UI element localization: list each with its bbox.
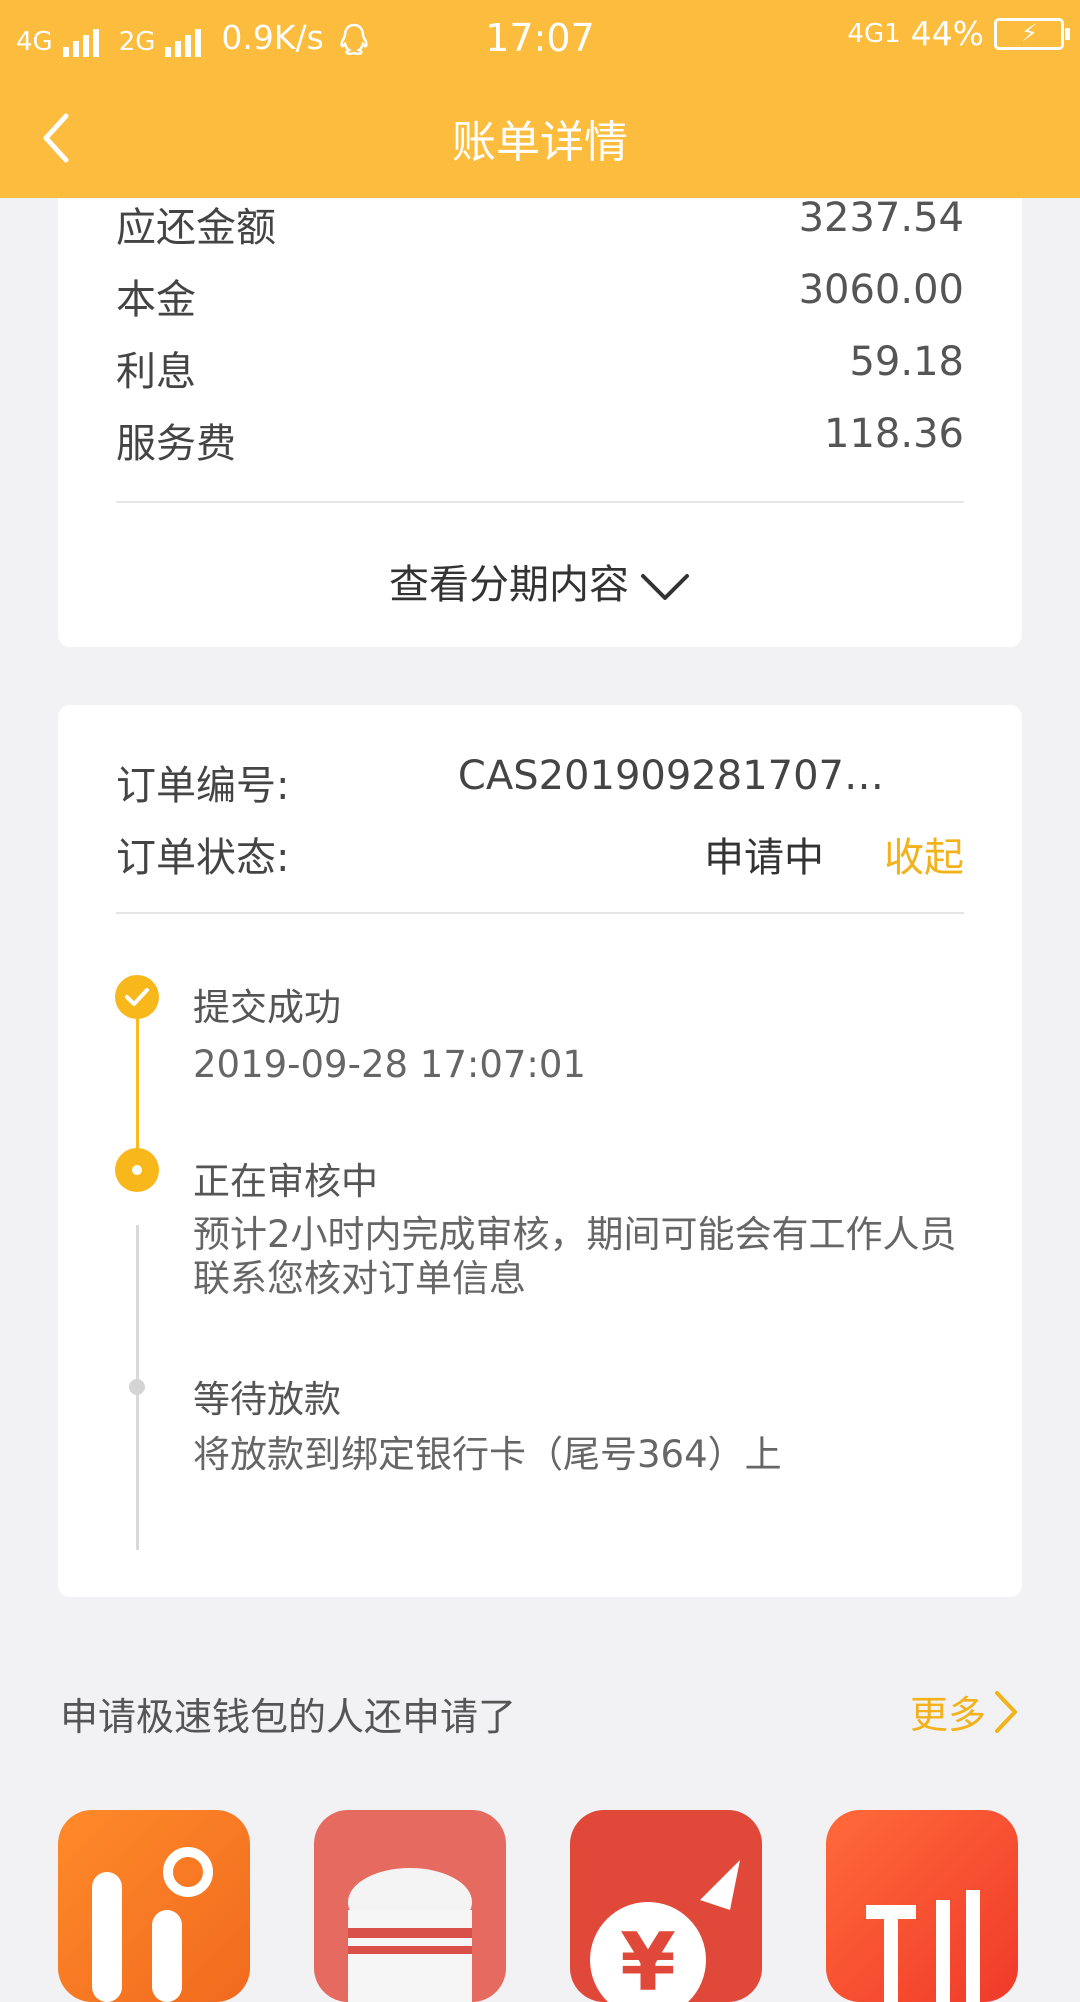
status-bar: 4G 2G 0.9K/s 17:07 4G1 44% ⚡: [0, 0, 1080, 78]
yuan-rocket-app-icon[interactable]: ¥: [570, 1810, 762, 2002]
battery-percent: 44%: [910, 14, 984, 53]
timeline-step-desc: 将放款到绑定银行卡（尾号364）上: [193, 1433, 782, 1476]
chevron-right-icon: [995, 1690, 1017, 1733]
collapse-button[interactable]: 收起: [884, 825, 964, 883]
bill-summary-card: 应还金额 3237.54 本金 3060.00 利息 59.18 服务费 118…: [58, 150, 1022, 647]
battery-icon: ⚡: [994, 17, 1070, 50]
principal-label: 本金: [116, 277, 196, 323]
order-status-label: 订单状态:: [116, 835, 290, 881]
view-installments-label: 查看分期内容: [389, 562, 629, 608]
amount-due-value: 3237.54: [798, 195, 964, 241]
interest-label: 利息: [116, 349, 196, 395]
svg-text:¥: ¥: [620, 1916, 676, 2002]
recommend-title: 申请极速钱包的人还申请了: [60, 1695, 517, 1739]
interest-value: 59.18: [849, 339, 964, 385]
timeline-step-desc: 预计2小时内完成审核，期间可能会有工作人员联系您核对订单信息: [193, 1213, 957, 1300]
timeline-step-title: 提交成功: [193, 986, 341, 1029]
pending-step-icon: [129, 1379, 145, 1395]
recommended-app-icon[interactable]: [58, 1810, 250, 2002]
timeline-step-title: 正在审核中: [193, 1160, 378, 1203]
divider: [116, 912, 964, 914]
timeline-step-title: 等待放款: [193, 1378, 341, 1421]
app-header: 4G 2G 0.9K/s 17:07 4G1 44% ⚡ 账单详情: [0, 0, 1080, 198]
nav-bar: 账单详情: [0, 78, 1080, 198]
current-step-icon: [115, 1148, 159, 1192]
order-number-value: CAS201909281707…: [457, 753, 884, 799]
timeline-step-desc: 2019-09-28 17:07:01: [193, 1043, 586, 1086]
amount-due-label: 应还金额: [116, 205, 276, 251]
page-title: 账单详情: [452, 117, 628, 168]
principal-value: 3060.00: [798, 267, 964, 313]
order-card: 订单编号: CAS201909281707… 订单状态: 申请中 收起 提交成功…: [58, 705, 1022, 1597]
service-fee-label: 服务费: [116, 421, 236, 467]
service-fee-value: 118.36: [824, 411, 964, 457]
view-installments-button[interactable]: 查看分期内容: [58, 552, 1022, 610]
more-button[interactable]: 更多: [910, 1684, 1020, 1739]
divider: [116, 501, 964, 503]
rice-bowl-app-icon[interactable]: [314, 1810, 506, 2002]
order-status-value: 申请中: [704, 835, 824, 881]
recommended-app-icon[interactable]: [826, 1810, 1018, 2002]
network-type-3: 4G1: [847, 18, 901, 49]
status-right: 4G1 44% ⚡: [847, 14, 1070, 53]
more-label: 更多: [909, 1693, 986, 1737]
check-circle-icon: [115, 975, 159, 1019]
chevron-down-icon: [641, 574, 689, 600]
order-number-label: 订单编号:: [116, 763, 290, 809]
